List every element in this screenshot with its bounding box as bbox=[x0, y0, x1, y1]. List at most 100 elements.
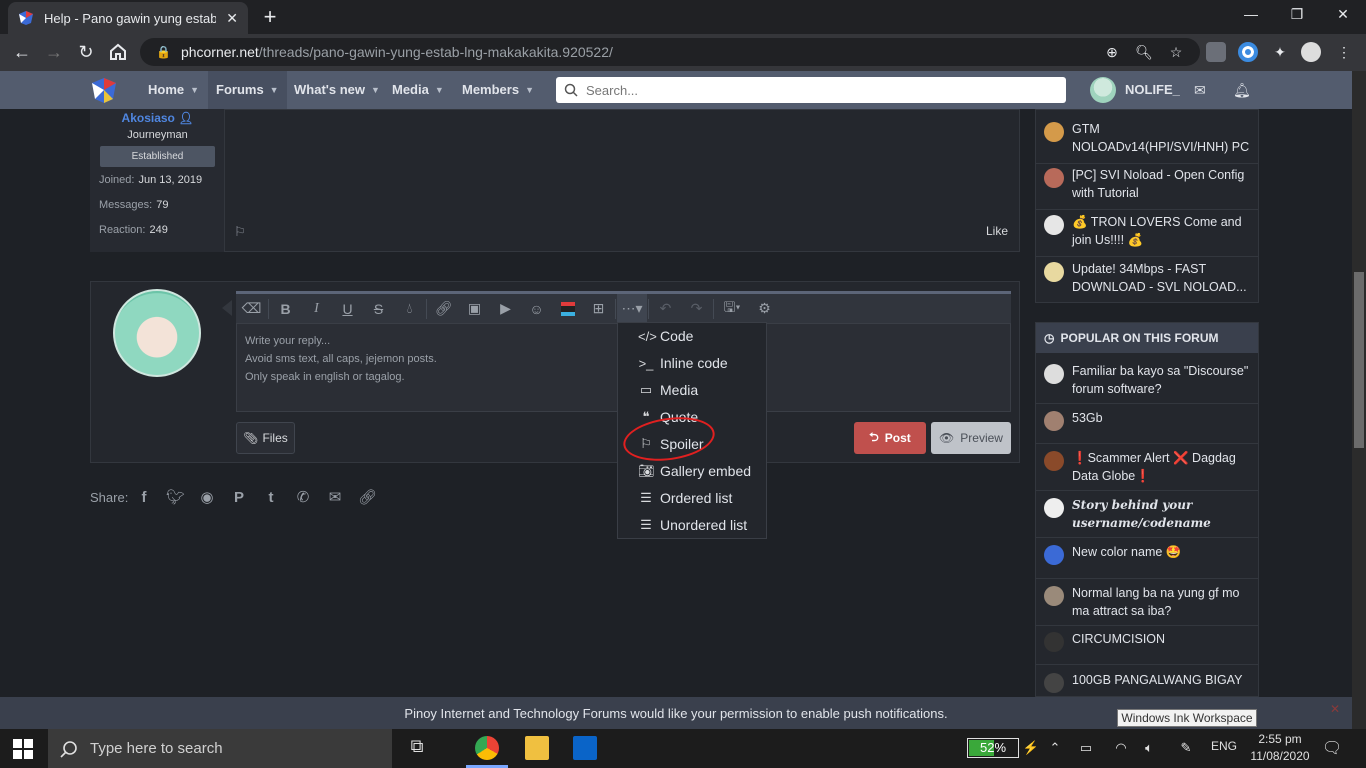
link-icon[interactable]: 🔗︎ bbox=[428, 294, 459, 323]
address-bar[interactable]: 🔒 phcorner.net /threads/pano-gawin-yung-… bbox=[140, 38, 1200, 66]
user-avatar[interactable] bbox=[1090, 77, 1116, 103]
nav-media[interactable]: Media ▼ bbox=[384, 71, 452, 109]
language-indicator[interactable]: ENG bbox=[1211, 739, 1237, 753]
facebook-icon[interactable]: f bbox=[135, 489, 153, 507]
drafts-icon[interactable]: 🖫▾ bbox=[715, 294, 749, 323]
settings-gear-icon[interactable]: ⚙ bbox=[749, 294, 780, 323]
list-item[interactable]: Update! 34Mbps - FAST DOWNLOAD - SVL NOL… bbox=[1044, 260, 1254, 296]
nav-home[interactable]: Home ▼ bbox=[140, 71, 207, 109]
stat-joined: Joined: Jun 13, 2019 bbox=[99, 174, 202, 186]
undo-icon[interactable]: ↶ bbox=[650, 294, 681, 323]
notification-close-icon[interactable]: ✕ bbox=[1330, 702, 1340, 716]
bold-icon[interactable]: B bbox=[270, 294, 301, 323]
whatsapp-icon[interactable]: ✆ bbox=[294, 489, 312, 507]
report-flag-icon[interactable]: ⚐ bbox=[234, 224, 246, 240]
post-username[interactable]: Akosiaso 👤︎ bbox=[90, 111, 225, 125]
redo-icon[interactable]: ↷ bbox=[681, 294, 712, 323]
profile-avatar-icon[interactable] bbox=[1301, 42, 1321, 62]
menu-item-gallery-embed[interactable]: 📷︎ Gallery embed bbox=[638, 461, 751, 481]
smilie-icon[interactable]: ☺ bbox=[521, 294, 552, 323]
nav-members[interactable]: Members ▼ bbox=[454, 71, 542, 109]
menu-item-unordered-list[interactable]: ☰ Unordered list bbox=[638, 515, 747, 535]
browser-tab[interactable]: Help - Pano gawin yung estab lng ✕ bbox=[8, 2, 248, 34]
windows-start-icon[interactable] bbox=[12, 738, 34, 760]
site-logo[interactable] bbox=[90, 76, 118, 104]
circle-extension-icon[interactable] bbox=[1238, 42, 1258, 62]
bell-icon[interactable]: 🔔︎ bbox=[1233, 82, 1251, 99]
clock-date[interactable]: 11/08/2020 bbox=[1250, 749, 1310, 763]
divider bbox=[1036, 537, 1258, 538]
extensions-puzzle-icon[interactable]: ✦ bbox=[1270, 42, 1290, 62]
italic-icon[interactable]: I bbox=[301, 294, 332, 323]
forward-icon[interactable]: → bbox=[42, 40, 66, 64]
text-color-icon[interactable]: 💧︎ bbox=[394, 294, 425, 323]
taskbar-search-input[interactable]: Type here to search bbox=[48, 729, 392, 768]
image-icon[interactable]: ▣ bbox=[459, 294, 490, 323]
table-icon[interactable]: ⊞ bbox=[583, 294, 614, 323]
wifi-icon[interactable]: ◠ bbox=[1112, 739, 1130, 757]
list-item[interactable]: 53Gb bbox=[1044, 409, 1254, 431]
back-icon[interactable]: ← bbox=[10, 40, 34, 64]
task-view-icon[interactable]: ⧉ bbox=[405, 736, 429, 760]
nav-whats-new[interactable]: What's new ▼ bbox=[286, 71, 388, 109]
attach-files-button[interactable]: 📎︎ Files bbox=[236, 422, 295, 454]
clock-time[interactable]: 2:55 pm bbox=[1250, 732, 1310, 746]
video-icon[interactable]: ▶ bbox=[490, 294, 521, 323]
menu-item-code[interactable]: </> Code bbox=[638, 326, 693, 346]
volume-mute-icon[interactable]: 🔈︎ bbox=[1140, 739, 1158, 757]
list-item[interactable]: CIRCUMCISION bbox=[1044, 630, 1254, 652]
list-item[interactable]: New color name 🤩 bbox=[1044, 543, 1254, 565]
tumblr-icon[interactable]: t bbox=[262, 489, 280, 507]
file-explorer-icon[interactable] bbox=[525, 736, 549, 760]
more-options-icon[interactable]: ⋯▾ bbox=[617, 294, 647, 323]
preview-button[interactable]: 👁︎ Preview bbox=[931, 422, 1011, 454]
chrome-app-icon[interactable] bbox=[475, 736, 499, 760]
nav-username[interactable]: NOLIFE_ bbox=[1125, 71, 1180, 109]
bookmark-star-icon[interactable]: ☆ bbox=[1166, 42, 1186, 62]
install-app-icon[interactable]: ⊕ bbox=[1102, 42, 1122, 62]
share-link-icon[interactable]: 🔗︎ bbox=[358, 489, 377, 507]
reload-icon[interactable]: ↻ bbox=[74, 40, 98, 64]
list-item[interactable]: [PC] SVI Noload - Open Config with Tutor… bbox=[1044, 166, 1254, 202]
list-item[interactable]: 💰 TRON LOVERS Come and join Us!!!! 💰 bbox=[1044, 213, 1254, 249]
zoom-icon[interactable]: 🔍︎ bbox=[1134, 42, 1154, 62]
list-item[interactable]: GTM NOLOADv14(HPI/SVI/HNH) PC bbox=[1044, 120, 1254, 156]
underline-icon[interactable]: U bbox=[332, 294, 363, 323]
nav-forums[interactable]: Forums ▼ bbox=[208, 71, 287, 109]
list-item[interactable]: Familiar ba kayo sa "Discourse" forum so… bbox=[1044, 362, 1254, 398]
list-item[interactable]: Story behind your username/codename bbox=[1044, 496, 1254, 532]
gif-icon[interactable] bbox=[552, 294, 583, 323]
post-reply-button[interactable]: ⮌ Post bbox=[854, 422, 926, 454]
network-icon[interactable]: ▭ bbox=[1077, 739, 1095, 757]
pen-ink-icon[interactable]: ✎ bbox=[1177, 739, 1195, 757]
like-button[interactable]: Like bbox=[986, 224, 1008, 238]
reddit-icon[interactable]: ◉ bbox=[198, 489, 216, 507]
list-item[interactable]: Normal lang ba na yung gf mo ma attract … bbox=[1044, 584, 1254, 620]
menu-item-ordered-list[interactable]: ☰ Ordered list bbox=[638, 488, 732, 508]
pinterest-icon[interactable]: P bbox=[230, 489, 248, 507]
list-item[interactable]: 100GB PANGALWANG BIGAY bbox=[1044, 671, 1254, 693]
email-share-icon[interactable]: ✉ bbox=[326, 489, 344, 507]
site-favicon-icon bbox=[19, 11, 33, 25]
list-item[interactable]: ❗Scammer Alert ❌ Dagdag Data Globe❗ bbox=[1044, 449, 1254, 485]
minimize-icon[interactable]: — bbox=[1228, 4, 1274, 28]
home-icon[interactable] bbox=[106, 40, 130, 64]
restore-icon[interactable]: ❐ bbox=[1274, 4, 1320, 28]
scrollbar-thumb[interactable] bbox=[1354, 272, 1364, 448]
shield-extension-icon[interactable] bbox=[1206, 42, 1226, 62]
thread-title: 100GB PANGALWANG BIGAY bbox=[1072, 673, 1243, 687]
mail-app-icon[interactable] bbox=[573, 736, 597, 760]
twitter-icon[interactable]: 🐦︎ bbox=[166, 489, 185, 507]
window-close-icon[interactable]: ✕ bbox=[1320, 4, 1366, 28]
menu-item-inline-code[interactable]: >_ Inline code bbox=[638, 353, 728, 373]
tab-close-icon[interactable]: ✕ bbox=[226, 10, 238, 27]
menu-item-media[interactable]: ▭ Media bbox=[638, 380, 698, 400]
browser-menu-icon[interactable]: ⋮ bbox=[1334, 42, 1354, 62]
mail-icon[interactable]: ✉ bbox=[1194, 82, 1206, 99]
action-center-icon[interactable]: 🗨︎ bbox=[1322, 738, 1342, 758]
new-tab-button[interactable]: + bbox=[258, 6, 282, 30]
chevron-up-icon[interactable]: ⌃ bbox=[1046, 739, 1064, 757]
strikethrough-icon[interactable]: S bbox=[363, 294, 394, 323]
eraser-icon[interactable]: ⌫ bbox=[236, 294, 267, 323]
search-input[interactable]: Search... bbox=[556, 77, 1066, 103]
